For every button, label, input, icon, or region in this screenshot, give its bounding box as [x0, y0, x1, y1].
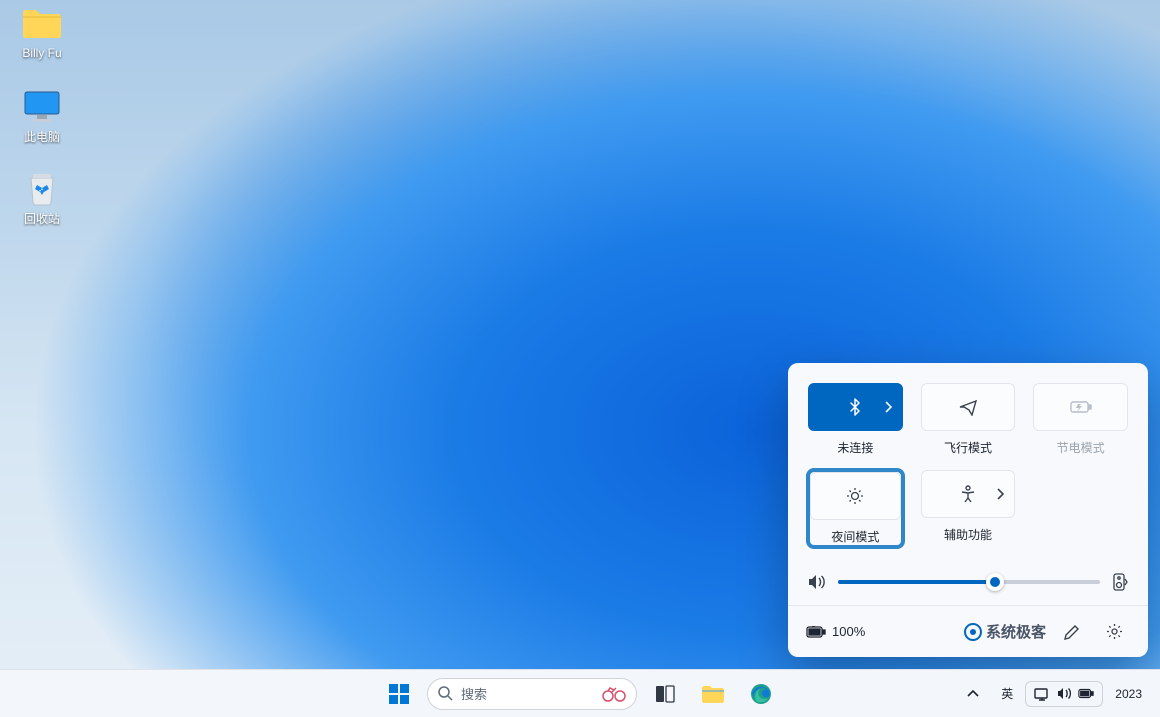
quick-settings-panel: 未连接 飞行模式 节电模式 [788, 363, 1148, 657]
search-icon [438, 686, 453, 701]
qs-tile-accessibility: 辅助功能 [921, 470, 1016, 547]
task-view-button[interactable] [645, 674, 685, 714]
tray-clock[interactable]: 2023 [1107, 683, 1150, 705]
chevron-right-icon [884, 401, 892, 413]
qs-tile-airplane: 飞行模式 [921, 383, 1016, 456]
qs-button-night-light[interactable] [810, 472, 901, 520]
qs-tile-bluetooth: 未连接 [808, 383, 903, 456]
qs-footer: 100% 系统极客 [788, 605, 1148, 657]
qs-tile-battery-saver: 节电模式 [1033, 383, 1128, 456]
tray-quick-settings[interactable] [1025, 681, 1103, 707]
volume-icon[interactable] [808, 574, 826, 590]
monitor-icon [20, 86, 64, 126]
settings-button[interactable] [1098, 616, 1130, 648]
accessibility-icon [960, 485, 976, 503]
taskbar-center: 搜索 [379, 674, 781, 714]
chevron-up-icon [965, 686, 981, 702]
volume-slider[interactable] [838, 580, 1100, 584]
qs-label: 未连接 [837, 439, 873, 456]
airplane-icon [959, 398, 977, 416]
taskbar-tray: 英 2023 [957, 681, 1160, 707]
night-light-icon [846, 487, 864, 505]
battery-status[interactable]: 100% [806, 624, 865, 639]
tray-overflow-button[interactable] [957, 682, 989, 706]
qs-label: 节电模式 [1057, 439, 1105, 456]
qs-button-battery-saver[interactable] [1033, 383, 1128, 431]
desktop-icon-recycle-bin[interactable]: 回收站 [4, 168, 80, 227]
qs-button-airplane[interactable] [921, 383, 1016, 431]
search-placeholder: 搜索 [461, 684, 590, 703]
qs-button-accessibility[interactable] [921, 470, 1016, 518]
qs-label: 辅助功能 [944, 526, 992, 543]
clock-text: 2023 [1115, 687, 1142, 701]
desktop-icon-label: Billy Fu [22, 46, 61, 60]
desktop-icon-this-pc[interactable]: 此电脑 [4, 86, 80, 145]
battery-text: 100% [832, 624, 865, 639]
recycle-bin-icon [20, 168, 64, 208]
watermark: 系统极客 [964, 621, 1046, 642]
qs-tile-night-light-highlight: 夜间模式 [808, 470, 903, 547]
audio-output-icon[interactable] [1112, 573, 1128, 591]
tray-language[interactable]: 英 [993, 681, 1021, 706]
volume-row [808, 573, 1128, 591]
folder-icon [20, 4, 64, 44]
chevron-right-icon [996, 488, 1004, 500]
taskbar-app-explorer[interactable] [693, 674, 733, 714]
taskbar: 搜索 英 [0, 669, 1160, 717]
start-button[interactable] [379, 674, 419, 714]
desktop-icon-label: 回收站 [24, 210, 60, 227]
qs-label: 夜间模式 [831, 528, 879, 545]
bluetooth-icon [847, 398, 863, 416]
desktop-icon-label: 此电脑 [24, 128, 60, 145]
qs-label: 飞行模式 [944, 439, 992, 456]
battery-saver-icon [1070, 400, 1092, 414]
volume-icon [1056, 686, 1072, 702]
network-icon [1034, 686, 1050, 702]
taskbar-search[interactable]: 搜索 [427, 678, 637, 710]
edit-button[interactable] [1056, 616, 1088, 648]
qs-tile-night-light: 夜间模式 [810, 472, 901, 545]
desktop-icon-user-folder[interactable]: Billy Fu [4, 4, 80, 60]
taskbar-app-edge[interactable] [741, 674, 781, 714]
battery-icon [1078, 686, 1094, 702]
search-decoration-icon [598, 686, 626, 702]
qs-button-bluetooth[interactable] [808, 383, 903, 431]
language-label: 英 [1001, 685, 1013, 702]
